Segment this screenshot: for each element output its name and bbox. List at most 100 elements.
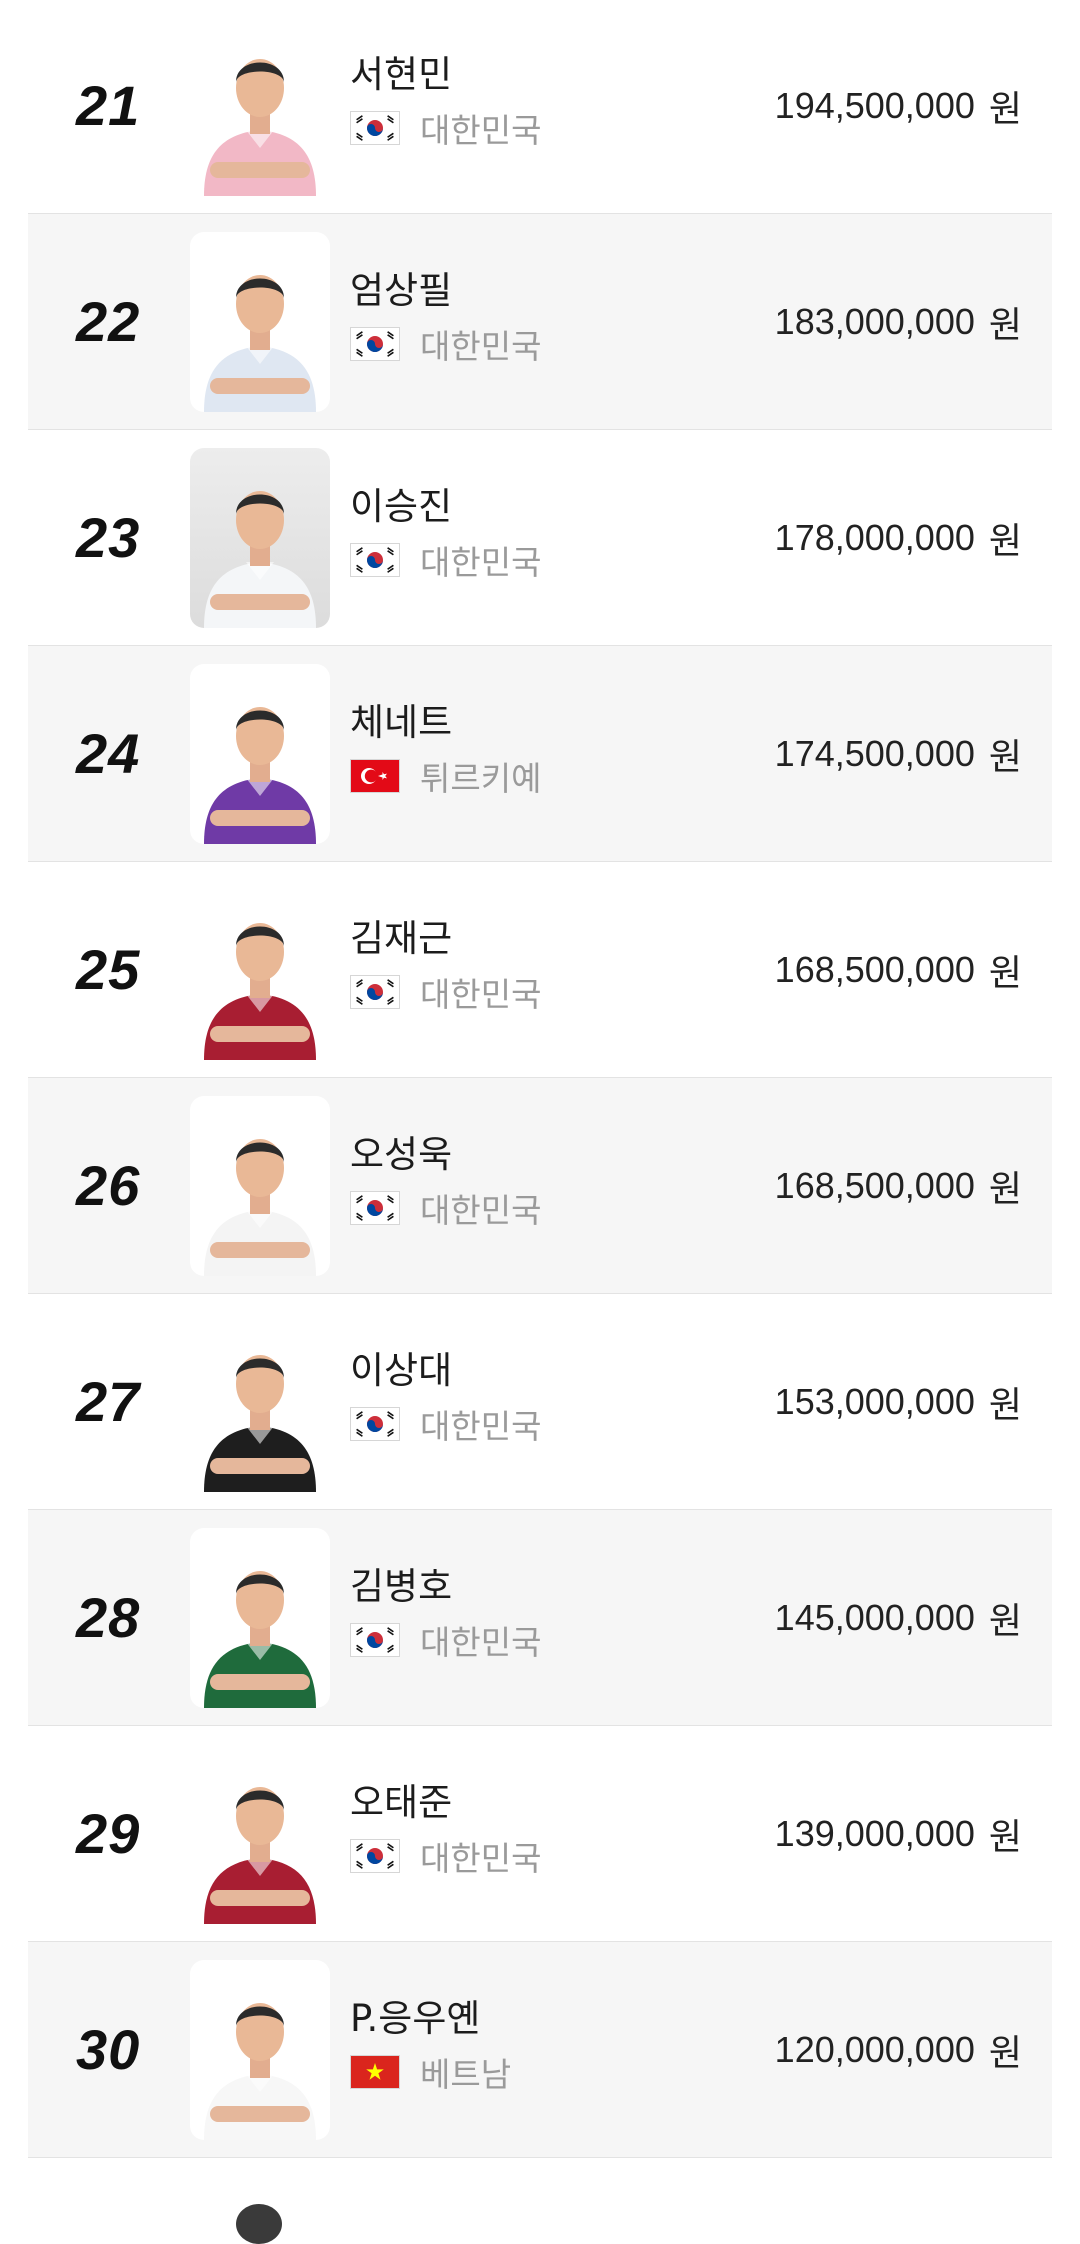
- currency-unit: 원: [988, 2032, 1022, 2074]
- ranking-row-28[interactable]: 28 김병호 대한민국 145,000,000 원: [28, 1510, 1052, 1726]
- currency-unit: 원: [988, 736, 1022, 778]
- prize-money: 168,500,000 원: [775, 1078, 1022, 1293]
- currency-unit: 원: [988, 1168, 1022, 1210]
- player-photo-partial: [236, 2204, 282, 2244]
- ranking-row-29[interactable]: 29 오태준 대한민국 139,000,000 원: [28, 1726, 1052, 1942]
- country-info: 대한민국: [350, 1404, 541, 1446]
- rank-number: 22: [76, 290, 141, 353]
- flag-kr-icon: [350, 327, 400, 361]
- country-info: 대한민국: [350, 1188, 541, 1230]
- prize-money: 178,000,000 원: [775, 430, 1022, 645]
- currency-unit: 원: [988, 1600, 1022, 1642]
- ranking-row-24[interactable]: 24 체네트 튀르키예 174,500,000 원: [28, 646, 1052, 862]
- player-name: 오성욱: [350, 1133, 453, 1176]
- prize-money: 145,000,000 원: [775, 1510, 1022, 1725]
- flag-kr-icon: [350, 111, 400, 145]
- prize-amount: 178,000,000: [774, 516, 975, 558]
- prize-amount: 194,500,000: [774, 84, 975, 126]
- player-photo: [190, 1744, 330, 1924]
- player-name: 김병호: [350, 1565, 453, 1608]
- prize-amount: 153,000,000: [774, 1380, 975, 1422]
- flag-vn-icon: [350, 2055, 400, 2089]
- country-name: 튀르키예: [420, 759, 542, 798]
- country-info: 튀르키예: [350, 756, 541, 798]
- flag-kr-icon: [350, 1623, 400, 1657]
- prize-amount: 168,500,000: [774, 948, 975, 990]
- prize-money: 120,000,000 원: [775, 1942, 1022, 2157]
- flag-kr-icon: [350, 1839, 400, 1873]
- prize-money: 168,500,000 원: [775, 862, 1022, 1077]
- country-info: 대한민국: [350, 540, 541, 582]
- country-name: 대한민국: [420, 975, 542, 1014]
- player-name: 엄상필: [350, 269, 453, 312]
- player-photo: [190, 16, 330, 196]
- country-name: 대한민국: [420, 1623, 542, 1662]
- prize-money: 183,000,000 원: [775, 214, 1022, 429]
- currency-unit: 원: [988, 1384, 1022, 1426]
- player-photo: [190, 1096, 330, 1276]
- flag-kr-icon: [350, 975, 400, 1009]
- ranking-row-26[interactable]: 26 오성욱 대한민국 168,500,000 원: [28, 1078, 1052, 1294]
- rank-number: 30: [76, 2018, 141, 2081]
- next-row-peek: [28, 2194, 1052, 2244]
- rank-number: 23: [76, 506, 141, 569]
- flag-kr-icon: [350, 1407, 400, 1441]
- rank-number: 29: [76, 1802, 141, 1865]
- flag-kr-icon: [350, 1191, 400, 1225]
- currency-unit: 원: [988, 1816, 1022, 1858]
- player-name: 김재근: [350, 917, 453, 960]
- country-name: 베트남: [420, 2055, 512, 2094]
- prize-money: 153,000,000 원: [775, 1294, 1022, 1509]
- currency-unit: 원: [988, 88, 1022, 130]
- currency-unit: 원: [988, 520, 1022, 562]
- country-info: 대한민국: [350, 108, 541, 150]
- player-name: 체네트: [350, 701, 453, 744]
- currency-unit: 원: [988, 304, 1022, 346]
- prize-amount: 174,500,000: [774, 732, 975, 774]
- prize-money: 139,000,000 원: [775, 1726, 1022, 1941]
- player-photo: [190, 664, 330, 844]
- player-photo: [190, 880, 330, 1060]
- country-name: 대한민국: [420, 1407, 542, 1446]
- ranking-row-22[interactable]: 22 엄상필 대한민국 183,000,000 원: [28, 214, 1052, 430]
- prize-money: 174,500,000 원: [775, 646, 1022, 861]
- rank-number: 24: [76, 722, 141, 785]
- player-name: 이상대: [350, 1349, 453, 1392]
- player-photo: [190, 1312, 330, 1492]
- player-photo: [190, 448, 330, 628]
- country-name: 대한민국: [420, 543, 542, 582]
- ranking-row-23[interactable]: 23 이승진 대한민국 178,000,000 원: [28, 430, 1052, 646]
- prize-amount: 145,000,000: [774, 1596, 975, 1638]
- player-name: 오태준: [350, 1781, 453, 1824]
- country-name: 대한민국: [420, 1191, 542, 1230]
- prize-amount: 139,000,000: [774, 1812, 975, 1854]
- country-name: 대한민국: [420, 327, 542, 366]
- player-photo: [190, 232, 330, 412]
- country-info: 베트남: [350, 2052, 511, 2094]
- rank-number: 21: [76, 74, 141, 137]
- country-name: 대한민국: [420, 1839, 542, 1878]
- ranking-row-30[interactable]: 30 P.응우옌 베트남 120,000,000 원: [28, 1942, 1052, 2158]
- player-name: 이승진: [350, 485, 453, 528]
- rank-number: 25: [76, 938, 141, 1001]
- country-info: 대한민국: [350, 1620, 541, 1662]
- country-name: 대한민국: [420, 111, 542, 150]
- flag-tr-icon: [350, 759, 400, 793]
- ranking-list: 21 서현민 대한민국 194,500,000 원 22 엄상필 대한민국 18…: [28, 0, 1052, 2158]
- rank-number: 27: [76, 1370, 141, 1433]
- country-info: 대한민국: [350, 972, 541, 1014]
- ranking-row-27[interactable]: 27 이상대 대한민국 153,000,000 원: [28, 1294, 1052, 1510]
- player-photo: [190, 1960, 330, 2140]
- prize-amount: 168,500,000: [774, 1164, 975, 1206]
- player-photo: [190, 1528, 330, 1708]
- prize-amount: 183,000,000: [774, 300, 975, 342]
- country-info: 대한민국: [350, 1836, 541, 1878]
- player-name: P.응우옌: [350, 1997, 481, 2040]
- ranking-row-21[interactable]: 21 서현민 대한민국 194,500,000 원: [28, 0, 1052, 214]
- country-info: 대한민국: [350, 324, 541, 366]
- rank-number: 28: [76, 1586, 141, 1649]
- currency-unit: 원: [988, 952, 1022, 994]
- rank-number: 26: [76, 1154, 141, 1217]
- ranking-row-25[interactable]: 25 김재근 대한민국 168,500,000 원: [28, 862, 1052, 1078]
- flag-kr-icon: [350, 543, 400, 577]
